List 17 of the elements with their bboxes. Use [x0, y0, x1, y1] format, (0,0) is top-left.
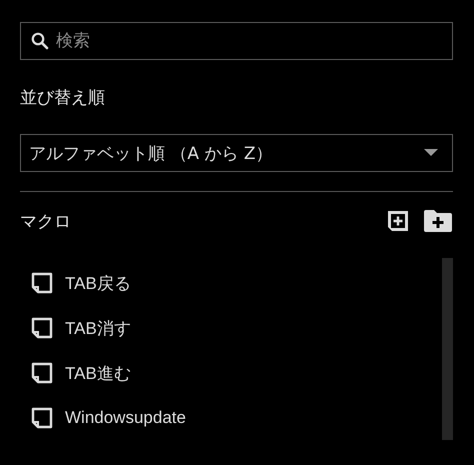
- note-icon: [31, 272, 53, 294]
- scrollbar[interactable]: [442, 258, 453, 440]
- sort-label: 並び替え順: [20, 87, 106, 110]
- macros-heading: マクロ: [20, 210, 71, 232]
- note-icon: [31, 362, 53, 384]
- macro-item[interactable]: TAB進む: [31, 359, 186, 387]
- macro-item[interactable]: Windowsupdate: [31, 404, 186, 432]
- note-icon: [31, 407, 53, 429]
- caret-icon: [424, 149, 438, 157]
- macro-item[interactable]: TAB消す: [31, 314, 186, 342]
- add-folder-icon[interactable]: [423, 209, 453, 233]
- sort-dropdown[interactable]: アルファベット順 （A から Z）: [20, 134, 453, 172]
- search-field[interactable]: 検索: [20, 22, 453, 60]
- add-macro-icon[interactable]: [386, 209, 410, 233]
- search-icon: [31, 32, 49, 50]
- note-icon: [31, 317, 53, 339]
- macro-item[interactable]: TAB戻る: [31, 269, 186, 297]
